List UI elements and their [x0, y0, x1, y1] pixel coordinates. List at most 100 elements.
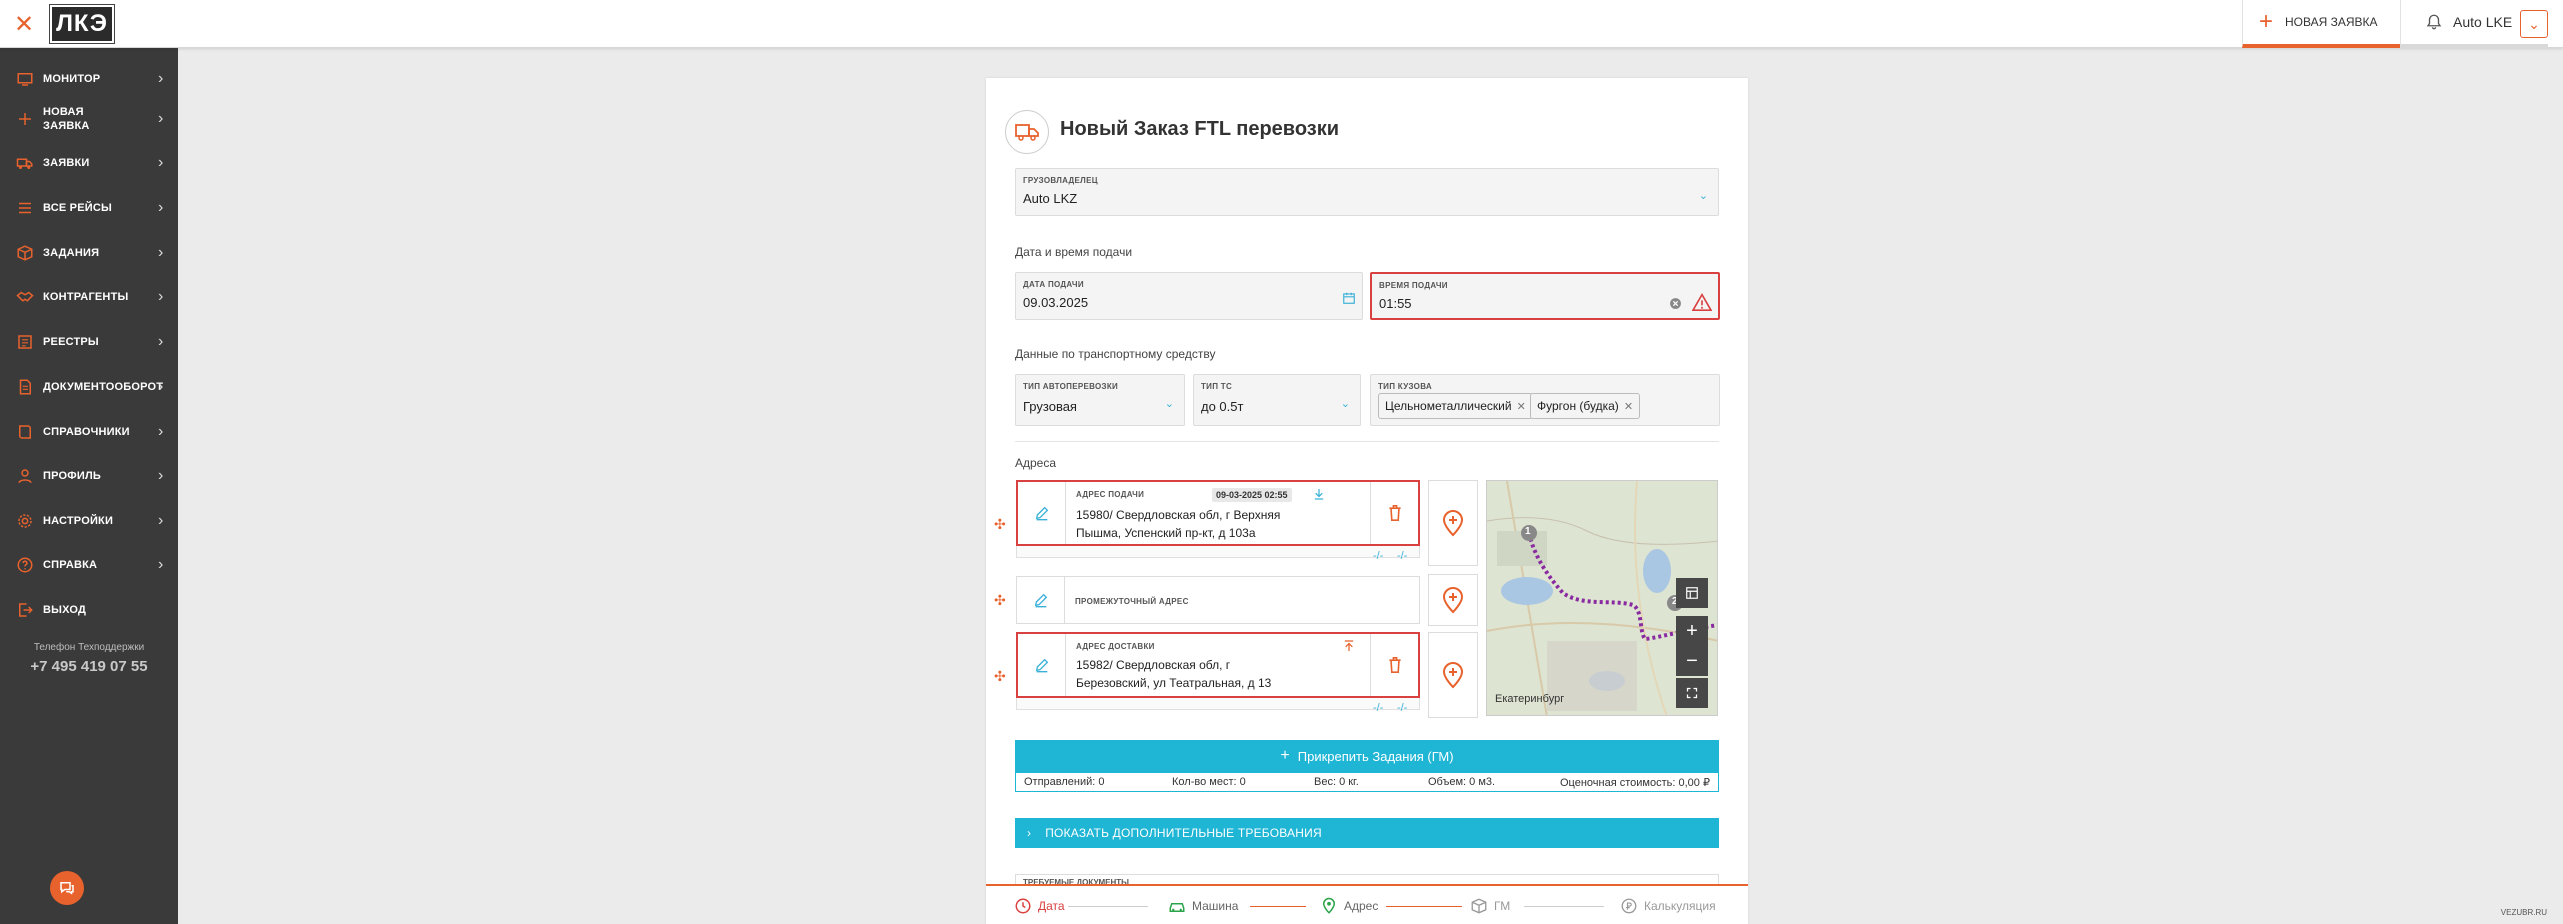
location-icon — [1322, 897, 1336, 914]
help-icon — [17, 557, 33, 573]
address-label: ПРОМЕЖУТОЧНЫЙ АДРЕС — [1075, 597, 1189, 606]
step-connector — [1386, 906, 1462, 907]
step-vehicle[interactable]: Машина — [1168, 897, 1238, 915]
step-calculation[interactable]: Калькуляция — [1620, 897, 1716, 915]
chevron-right-icon: › — [158, 288, 164, 305]
remove-icon[interactable]: ✕ — [1517, 400, 1526, 413]
sidebar-item-references[interactable]: СПРАВОЧНИКИ › — [0, 423, 178, 441]
user-menu[interactable]: Auto LKE ⌄ — [2400, 0, 2548, 48]
intermediate-address-card[interactable]: ПРОМЕЖУТОЧНЫЙ АДРЕС — [1016, 576, 1420, 624]
delete-button[interactable] — [1370, 634, 1418, 696]
minus-icon: − — [1686, 649, 1698, 672]
support-phone[interactable]: +7 495 419 07 55 — [0, 658, 178, 675]
step-label: Машина — [1192, 899, 1239, 913]
map-marker-label[interactable]: 1 — [1525, 526, 1531, 537]
chevron-right-icon: › — [158, 333, 164, 350]
registry-icon — [18, 335, 32, 349]
drag-handle-icon[interactable]: ✣ — [994, 592, 1006, 609]
list-icon — [19, 202, 31, 214]
coin-icon — [1621, 898, 1637, 914]
sidebar-item-label: ВЫХОД — [43, 604, 87, 616]
bell-icon[interactable] — [2425, 13, 2443, 31]
time-field[interactable]: ВРЕМЯ ПОДАЧИ 01:55 — [1370, 272, 1720, 320]
pickup-map-pin-button[interactable] — [1428, 480, 1478, 566]
support-label: Телефон Техподдержки — [33, 642, 145, 653]
sidebar-item-tasks[interactable]: ЗАДАНИЯ › — [0, 244, 178, 262]
edit-button[interactable] — [1017, 577, 1065, 623]
book-icon — [19, 425, 31, 439]
dimension-value[interactable]: -/- — [1397, 550, 1407, 562]
address-label: АДРЕС ПОДАЧИ — [1076, 490, 1145, 499]
map-zoom-in-button[interactable]: + — [1676, 616, 1708, 646]
sidebar-item-label: ДОКУМЕНТООБОРОТ — [43, 381, 164, 393]
calendar-icon[interactable] — [1342, 291, 1356, 305]
map-city-label: Екатеринбург — [1495, 693, 1565, 705]
chevron-right-icon: › — [158, 110, 164, 127]
delete-button[interactable] — [1370, 482, 1418, 544]
chevron-down-icon[interactable]: ⌄ — [2520, 10, 2548, 38]
chat-button[interactable] — [50, 871, 84, 905]
dimension-value[interactable]: -/- — [1373, 550, 1383, 562]
sidebar-item-orders[interactable]: ЗАЯВКИ › — [0, 154, 178, 172]
edit-button[interactable] — [1018, 634, 1066, 696]
edit-button[interactable] — [1018, 482, 1066, 544]
map-layers-button[interactable] — [1676, 578, 1708, 608]
cargo-owner-select[interactable]: ГРУЗОВЛАДЕЛЕЦ Auto LKZ ⌄ — [1015, 168, 1719, 216]
map-pin-plus-icon — [1442, 510, 1464, 537]
sidebar-item-label: ВСЕ РЕЙСЫ — [43, 202, 112, 214]
clear-icon[interactable] — [1669, 297, 1682, 310]
map-fullscreen-button[interactable] — [1676, 678, 1708, 708]
step-address[interactable]: Адрес — [1320, 897, 1378, 915]
sidebar-item-label: РЕЕСТРЫ — [43, 336, 99, 348]
sidebar-item-settings[interactable]: НАСТРОЙКИ › — [0, 512, 178, 530]
download-icon[interactable] — [1314, 488, 1324, 500]
new-order-tab[interactable]: + НОВАЯ ЗАЯВКА — [2242, 0, 2400, 48]
pickup-datetime-badge: 09-03-2025 02:55 — [1212, 488, 1292, 502]
page-title: Новый Заказ FTL перевозки — [1060, 118, 1340, 140]
map-zoom-out-button[interactable]: − — [1676, 646, 1708, 676]
address-label: АДРЕС ДОСТАВКИ — [1076, 642, 1155, 651]
field-label: ТИП ТС — [1201, 382, 1233, 391]
sidebar-item-registries[interactable]: РЕЕСТРЫ › — [0, 333, 178, 351]
show-extra-requirements-button[interactable]: › ПОКАЗАТЬ ДОПОЛНИТЕЛЬНЫЕ ТРЕБОВАНИЯ — [1015, 818, 1719, 848]
logo[interactable]: ЛКЭ — [49, 4, 115, 44]
upload-icon[interactable] — [1344, 640, 1354, 652]
dimension-value[interactable]: -/- — [1373, 702, 1383, 714]
drag-handle-icon[interactable]: ✣ — [994, 516, 1006, 533]
pencil-icon — [1035, 506, 1048, 521]
drag-handle-icon[interactable]: ✣ — [994, 668, 1006, 685]
sidebar-item-new-order[interactable]: НОВАЯ ЗАЯВКА › — [0, 104, 178, 134]
monitor-icon — [17, 73, 33, 86]
sidebar-item-all-trips[interactable]: ВСЕ РЕЙСЫ › — [0, 199, 178, 217]
vehicle-type-select[interactable]: ТИП ТС до 0.5т ⌄ — [1193, 374, 1361, 426]
step-cargo[interactable]: ГМ — [1470, 897, 1510, 915]
sidebar-item-label: НАСТРОЙКИ — [43, 515, 114, 527]
sidebar-item-monitor[interactable]: МОНИТОР › — [0, 70, 178, 88]
intermediate-map-pin-button[interactable] — [1428, 574, 1478, 626]
step-label: Адрес — [1344, 899, 1379, 913]
sidebar-item-contractors[interactable]: КОНТРАГЕНТЫ › — [0, 288, 178, 306]
sidebar-item-label: КОНТРАГЕНТЫ — [43, 291, 129, 303]
sidebar-item-logout[interactable]: ВЫХОД — [0, 601, 178, 619]
delivery-map-pin-button[interactable] — [1428, 632, 1478, 718]
remove-icon[interactable]: ✕ — [1624, 400, 1633, 413]
attach-tasks-button[interactable]: + Прикрепить Задания (ГМ) — [1015, 740, 1719, 772]
delivery-address-card[interactable]: АДРЕС ДОСТАВКИ 15982/ Свердловская обл, … — [1016, 632, 1420, 698]
sidebar-item-profile[interactable]: ПРОФИЛЬ › — [0, 467, 178, 485]
step-connector — [1068, 906, 1148, 907]
chevron-right-icon: › — [158, 467, 164, 484]
address-dimensions-row — [1016, 546, 1420, 558]
dimension-value[interactable]: -/- — [1397, 702, 1407, 714]
cube-icon — [1471, 898, 1487, 914]
sidebar-item-help[interactable]: СПРАВКА › — [0, 556, 178, 574]
step-date[interactable]: Дата — [1014, 897, 1065, 915]
transport-type-select[interactable]: ТИП АВТОПЕРЕВОЗКИ Грузовая ⌄ — [1015, 374, 1185, 426]
address-text: 15980/ Свердловская обл, г Верхняя Пышма… — [1076, 508, 1281, 540]
divider — [1015, 441, 1719, 442]
date-field[interactable]: ДАТА ПОДАЧИ 09.03.2025 — [1015, 272, 1363, 320]
extra-requirements-label: ПОКАЗАТЬ ДОПОЛНИТЕЛЬНЫЕ ТРЕБОВАНИЯ — [1045, 826, 1322, 840]
section-addresses: Адреса — [1015, 456, 1057, 470]
sidebar-item-document-flow[interactable]: ДОКУМЕНТООБОРОТ › — [0, 378, 178, 396]
close-icon[interactable]: ✕ — [0, 0, 48, 48]
body-type-chip: Фургон (будка) ✕ — [1530, 393, 1641, 419]
